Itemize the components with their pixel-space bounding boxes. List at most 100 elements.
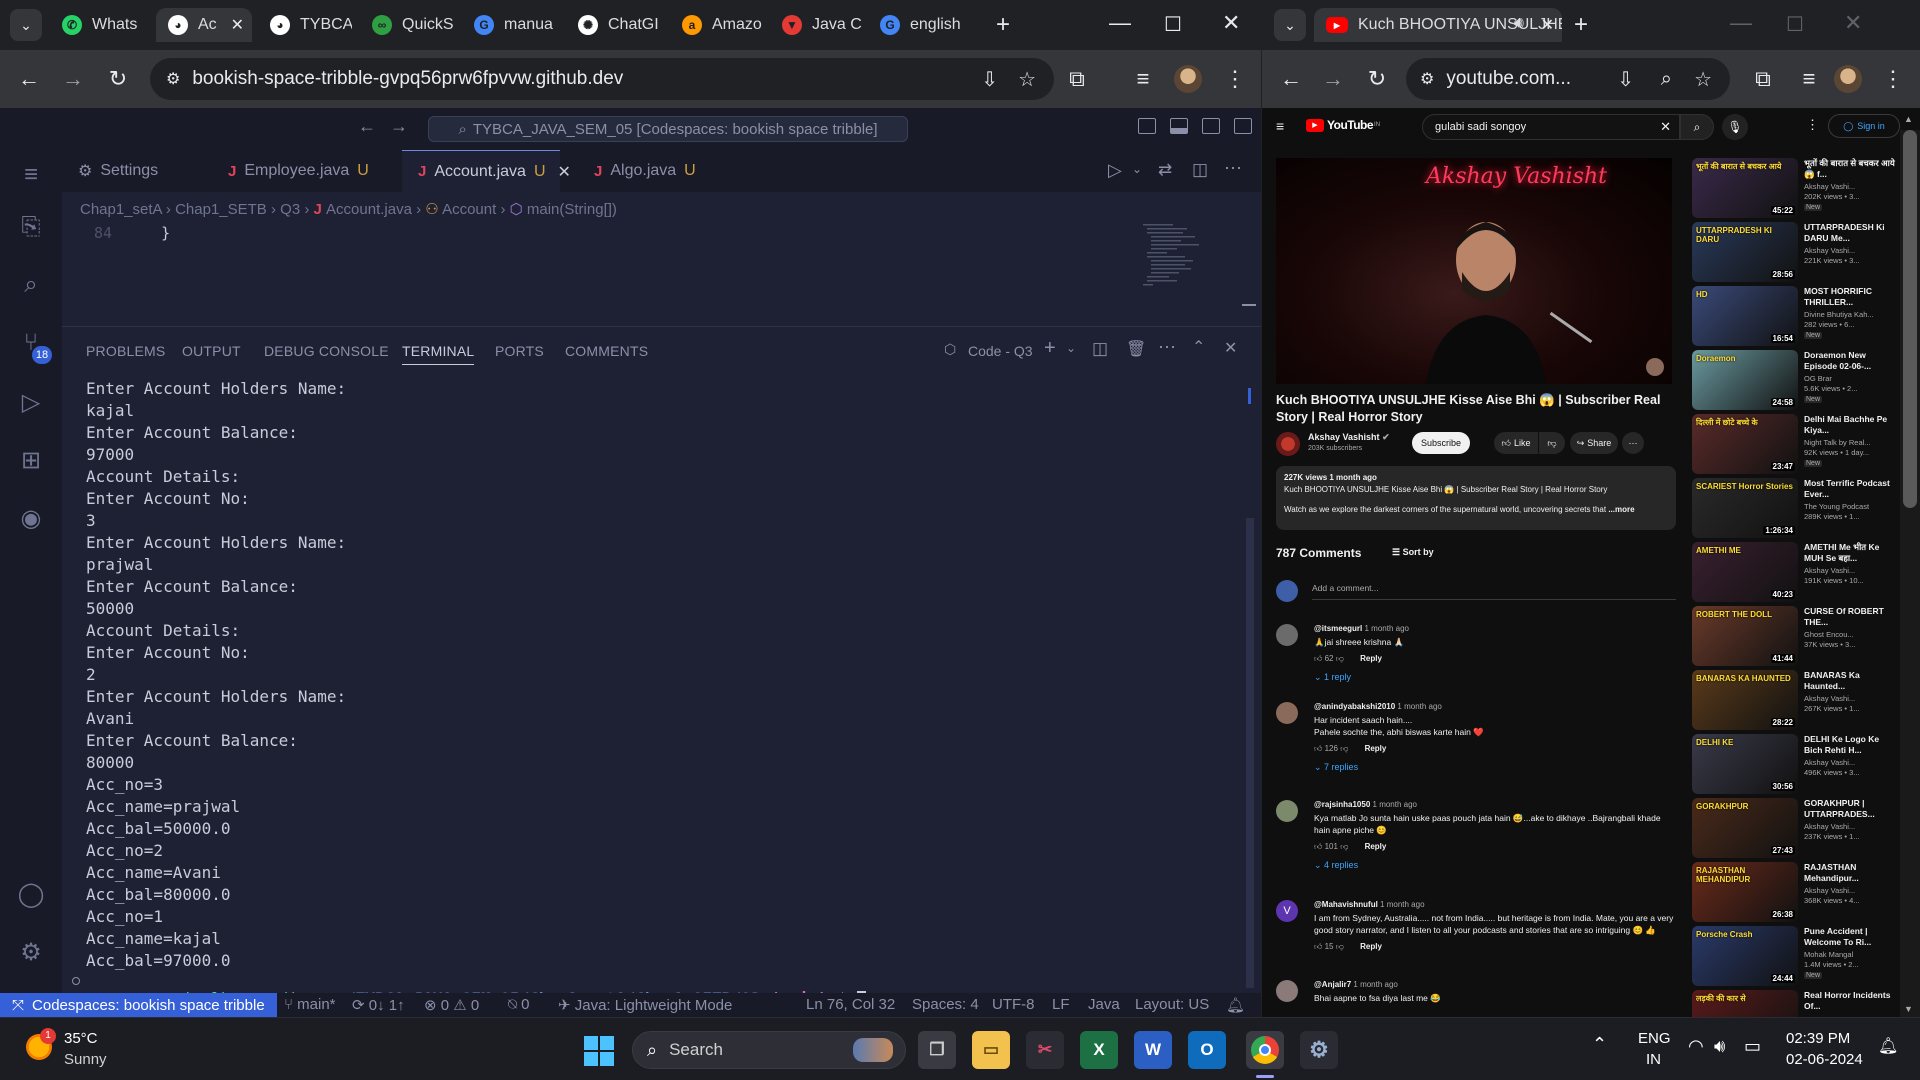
browser-tab[interactable]: ◕ Ac ✕ [156,8,252,42]
breadcrumb-item[interactable]: Chap1_setA [80,201,162,218]
zoom-icon[interactable]: ⌕ [1661,68,1672,91]
more-actions-button[interactable]: ⋯ [1622,432,1644,454]
taskbar-search-box[interactable]: ⌕ Search [632,1031,906,1069]
branch-indicator[interactable]: ⑂ main* [284,996,336,1013]
menu-kebab-icon[interactable]: ⋮ [1220,64,1250,94]
media-control-icon[interactable]: ≡ [1794,64,1824,94]
task-view-icon[interactable]: ❐ [918,1031,956,1069]
browser-tab[interactable]: a Amazo [670,8,764,42]
reply-button[interactable]: Reply [1365,842,1387,851]
terminal-dropdown-icon[interactable]: ⌄ [1066,341,1076,355]
site-info-icon[interactable]: ⚙ [166,69,180,89]
add-comment-input[interactable]: Add a comment... [1312,580,1676,600]
editor-code-line[interactable]: 84 } [94,224,170,242]
bookmark-star-icon[interactable]: ☆ [1694,67,1712,92]
clock-date[interactable]: 02-06-2024 [1786,1051,1863,1068]
maximize-button[interactable]: ☐ [1786,12,1804,37]
new-terminal-icon[interactable]: + [1044,337,1056,360]
accounts-icon[interactable]: ◯ [14,878,48,912]
menu-kebab-icon[interactable]: ⋮ [1878,64,1908,94]
close-window-button[interactable]: ✕ [1222,10,1240,36]
notification-bell-icon[interactable]: 🔔︎ [1878,1036,1898,1056]
thumbs-down-icon[interactable]: 👎︎ [1340,842,1348,851]
tab-settings[interactable]: ⚙ Settings [62,150,200,192]
profile-avatar[interactable] [1834,65,1862,93]
browser-tab[interactable]: ✺ ChatGI [566,8,660,42]
maximize-panel-icon[interactable]: ⌃ [1192,337,1205,357]
channel-avatar[interactable] [1276,432,1300,456]
video-thumbnail[interactable]: GORAKHPUR 27:43 [1692,798,1798,858]
video-thumbnail[interactable]: RAJASTHAN MEHANDIPUR 26:38 [1692,862,1798,922]
back-icon[interactable]: ← [14,64,44,94]
reload-icon[interactable]: ↻ [103,64,133,94]
commenter-avatar[interactable] [1276,624,1298,646]
browser-tab[interactable]: Genglish [868,8,962,42]
settings-icon[interactable]: ⚙ [1300,1031,1338,1069]
command-center[interactable]: ⌕ TYBCA_JAVA_SEM_05 [Codespaces: bookish… [428,116,908,142]
video-thumbnail[interactable]: ROBERT THE DOLL 41:44 [1692,606,1798,666]
terminal-scrollbar[interactable] [1246,518,1254,988]
minimize-button[interactable]: — [1109,10,1131,36]
address-bar[interactable]: ⚙ bookish-space-tribble-gvpq56prw6fpvvw.… [150,58,1054,100]
new-tab-button[interactable]: + [1574,11,1588,39]
thumbs-up-icon[interactable]: 👍︎ [1314,744,1322,753]
install-app-icon[interactable]: ⇩ [981,67,998,92]
split-editor-icon[interactable]: ◫ [1192,160,1208,180]
minimize-button[interactable]: — [1730,10,1752,36]
video-thumbnail[interactable]: DELHI KE 30:56 [1692,734,1798,794]
recommended-video[interactable]: दिल्ली में छोटे बच्चे के 23:47 Delhi Mai B… [1692,414,1898,474]
video-thumbnail[interactable]: Porsche Crash 24:44 [1692,926,1798,986]
recommended-title[interactable]: Delhi Mai Bachhe Pe Kiya... [1804,414,1898,436]
video-thumbnail[interactable]: लड़की की कार से [1692,990,1798,1017]
recommended-title[interactable]: AMETHI Me भीत Ke MUH Se बहा... [1804,542,1898,564]
tab-close-icon[interactable]: ✕ [558,162,571,182]
tab-close-icon[interactable]: ✕ [231,15,244,35]
chrome-icon[interactable] [1246,1031,1284,1069]
manage-gear-icon[interactable]: ⚙ [14,936,48,970]
comment-author[interactable]: @Anjalir7 1 month ago [1314,980,1398,989]
video-thumbnail[interactable]: BANARAS KA HAUNTED 28:22 [1692,670,1798,730]
thumbs-down-icon[interactable]: 👎︎ [1336,942,1344,951]
breadcrumb-item[interactable]: Account.java [326,201,412,218]
video-thumbnail[interactable]: भूतों की बारात से बचकर आये 45:22 [1692,158,1798,218]
new-tab-button[interactable]: + [996,11,1010,39]
thumbs-up-icon[interactable]: 👍︎ [1314,942,1322,951]
sync-indicator[interactable]: ⟳ 0↓ 1↑ [352,996,405,1014]
extensions-icon[interactable]: ⧉ [1748,64,1778,94]
search-view-icon[interactable]: ⌕ [14,268,48,302]
tab-employee-java[interactable]: J Employee.java U [212,150,392,192]
channel-name[interactable]: Akshay Vashisht ✔ [1308,432,1390,443]
recommended-title[interactable]: GORAKHPUR | UTTARPRADES... [1804,798,1898,820]
keyboard-layout[interactable]: Layout: US [1135,996,1209,1013]
tab-account-java[interactable]: J Account.java U ✕ [402,150,571,192]
cursor-position[interactable]: Ln 76, Col 32 [806,996,895,1013]
browser-tab[interactable]: ∞ QuickS [360,8,454,42]
panel-more-icon[interactable]: ⋯ [1158,337,1176,358]
run-icon[interactable]: ▷ [1108,160,1122,181]
breadcrumb-item[interactable]: Q3 [280,201,300,218]
weather-condition[interactable]: Sunny [64,1051,107,1068]
kill-terminal-icon[interactable]: 🗑 [1126,339,1146,359]
editor-scrollbar-indicator[interactable] [1242,304,1256,306]
forward-icon[interactable]: → [1318,64,1348,94]
youtube-search-button[interactable]: ⌕ [1680,114,1714,140]
video-thumbnail[interactable]: Doraemon 24:58 [1692,350,1798,410]
audio-playing-icon[interactable]: 🔊︎ [1514,15,1524,33]
browser-tab[interactable]: ◕ TYBCA [258,8,352,42]
temperature[interactable]: 35°C [64,1030,98,1047]
comment-author[interactable]: @itsmeegurl 1 month ago [1314,624,1409,633]
browser-tab[interactable]: ▼ Java C [770,8,864,42]
video-thumbnail[interactable]: SCARIEST Horror Stories 1:26:34 [1692,478,1798,538]
commenter-avatar[interactable] [1276,800,1298,822]
thumbs-up-icon[interactable]: 👍︎ [1314,654,1322,663]
tab-search-button[interactable]: ⌄ [1274,9,1306,41]
page-scrollbar-thumb[interactable] [1903,130,1917,508]
end-of-line[interactable]: LF [1052,996,1070,1013]
youtube-search-input[interactable]: gulabi sadi songoy ✕ [1422,114,1680,140]
menu-icon[interactable]: ≡ [14,158,48,192]
back-icon[interactable]: ← [1276,64,1306,94]
commenter-avatar[interactable] [1276,702,1298,724]
recommended-title[interactable]: RAJASTHAN Mehandipur... [1804,862,1898,884]
tab-algo-java[interactable]: J Algo.java U [578,150,718,192]
volume-icon[interactable]: 🔊︎ [1714,1036,1725,1057]
